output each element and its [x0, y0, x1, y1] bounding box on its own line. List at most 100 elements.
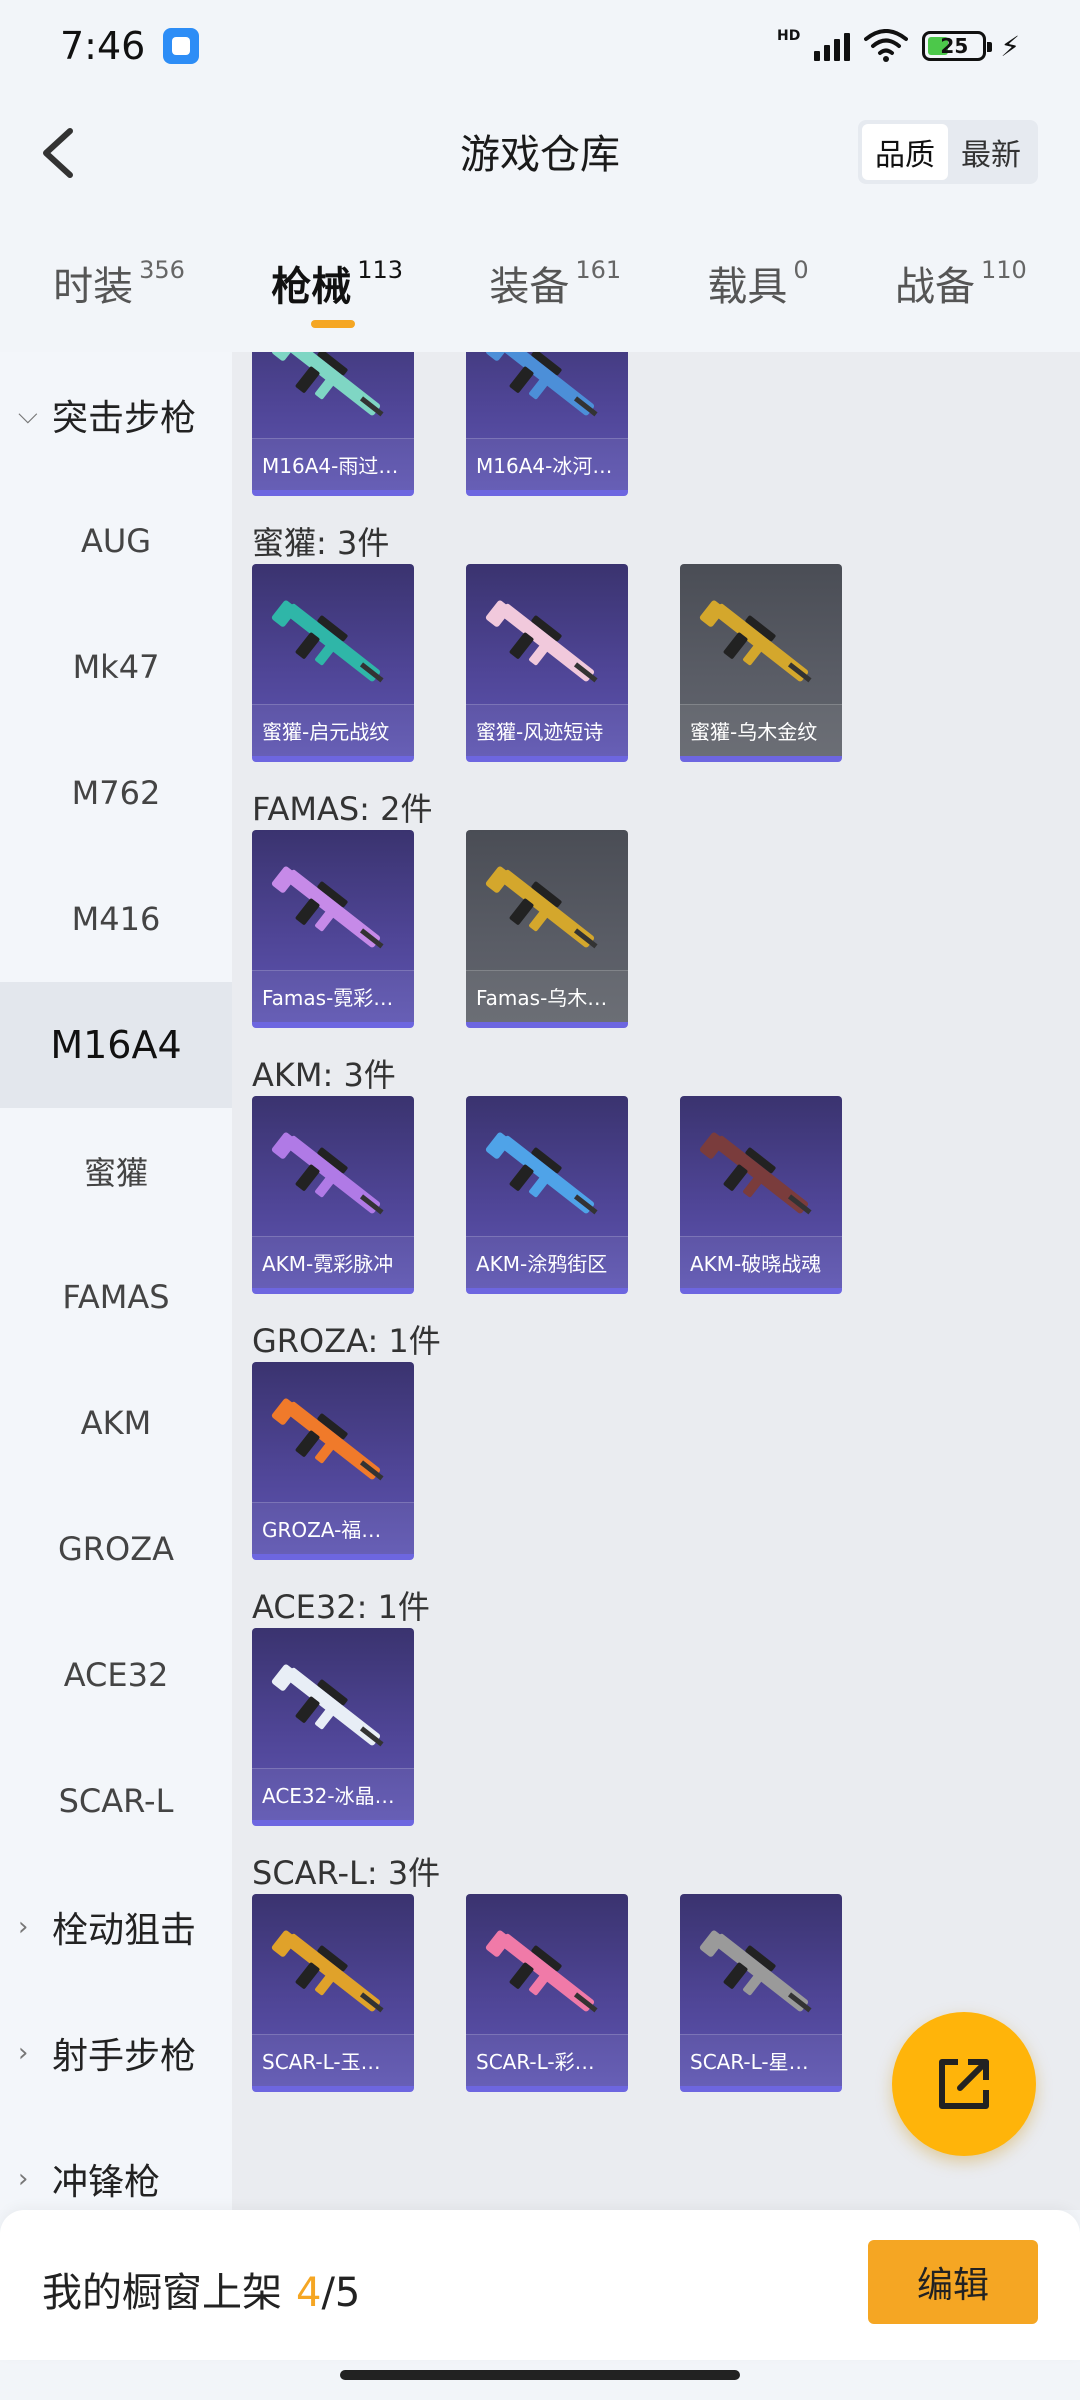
edit-button[interactable]: 编辑 [868, 2240, 1038, 2324]
sidebar-item-m16a4[interactable]: M16A4 [0, 982, 232, 1108]
sidebar-item-m762[interactable]: M762 [0, 730, 232, 856]
battery-icon: 25 [922, 31, 993, 61]
skin-name: GROZA-福… [252, 1502, 414, 1554]
sidebar-group-assault-rifles[interactable]: ⌵ 突击步枪 [0, 352, 232, 478]
skin-name: Famas-乌木… [466, 970, 628, 1022]
showcase-label: 我的橱窗上架 [42, 2270, 282, 2316]
rifle-icon [271, 1398, 384, 1481]
skin-card[interactable]: ACE32-冰晶… [252, 1628, 414, 1826]
rifle-icon [271, 600, 384, 683]
sidebar-item-aug[interactable]: AUG [0, 478, 232, 604]
home-indicator[interactable] [340, 2370, 740, 2380]
battery-level: 25 [940, 34, 969, 58]
showcase-current-count: 4 [296, 2270, 322, 2316]
sidebar-group-label: 射手步枪 [52, 2036, 197, 2077]
skin-name: SCAR-L-玉… [252, 2034, 414, 2086]
skin-grid: M16A4-雨过… M16A4-冰河… 蜜獾: 3件蜜獾-启元战纹 蜜獾-风迹短诗 蜜獾… [232, 352, 1080, 2210]
tab-outfits[interactable]: 时装 356 [53, 240, 185, 312]
sidebar-item-ace32[interactable]: ACE32 [0, 1612, 232, 1738]
skin-card[interactable]: AKM-涂鸦街区 [466, 1096, 628, 1294]
tab-label: 枪械 [271, 264, 352, 310]
skin-name: M16A4-冰河… [466, 438, 628, 490]
sort-option-quality[interactable]: 品质 [862, 124, 948, 180]
tab-equipment[interactable]: 装备 161 [489, 240, 621, 312]
skin-card[interactable]: 蜜獾-风迹短诗 [466, 564, 628, 762]
skin-card[interactable]: GROZA-福… [252, 1362, 414, 1560]
skin-card[interactable]: M16A4-冰河… [466, 352, 628, 496]
share-button[interactable] [892, 2012, 1036, 2156]
skin-card[interactable]: SCAR-L-星… [680, 1894, 842, 2092]
sidebar-item-scar-l[interactable]: SCAR-L [0, 1738, 232, 1864]
external-link-icon [939, 2059, 989, 2109]
rifle-icon [271, 1132, 384, 1215]
tab-label: 装备 [489, 264, 570, 310]
rifle-icon [699, 1930, 812, 2013]
weapon-type-sidebar: ⌵ 突击步枪 AUG Mk47 M762 M416 M16A4 蜜獾 FAMAS … [0, 352, 232, 2210]
chevron-right-icon: › [18, 2164, 29, 2194]
showcase-total: /5 [321, 2270, 361, 2316]
rifle-icon [271, 866, 384, 949]
skin-card[interactable]: AKM-霓彩脉冲 [252, 1096, 414, 1294]
tab-vehicles[interactable]: 载具 0 [707, 240, 808, 312]
skin-name: SCAR-L-彩… [466, 2034, 628, 2086]
notification-app-icon [163, 28, 200, 64]
skin-card[interactable]: Famas-霓彩… [252, 830, 414, 1028]
sidebar-item-groza[interactable]: GROZA [0, 1486, 232, 1612]
group-title: ACE32: 1件 [252, 1588, 430, 1626]
group-title: AKM: 3件 [252, 1056, 396, 1094]
status-time: 7:46 [60, 24, 146, 68]
sidebar-group-dmr[interactable]: › 射手步枪 [0, 1990, 232, 2116]
sidebar-item-honey-badger[interactable]: 蜜獾 [0, 1108, 232, 1234]
tab-count: 356 [139, 256, 185, 284]
tab-count: 110 [980, 256, 1027, 284]
skin-name: M16A4-雨过… [252, 438, 414, 490]
skin-card[interactable]: 蜜獾-乌木金纹 [680, 564, 842, 762]
charging-icon: ⚡ [1000, 29, 1020, 63]
rifle-icon [271, 1664, 384, 1747]
tab-firearms[interactable]: 枪械 113 [271, 240, 403, 328]
rifle-icon [485, 600, 598, 683]
showcase-status: 我的橱窗上架 4 /5 [42, 2260, 360, 2318]
signal-icon [814, 31, 851, 61]
sidebar-item-famas[interactable]: FAMAS [0, 1234, 232, 1360]
chevron-right-icon: › [18, 1912, 29, 1942]
sidebar-item-akm[interactable]: AKM [0, 1360, 232, 1486]
skin-name: 蜜獾-乌木金纹 [680, 704, 842, 756]
chevron-right-icon: › [18, 2038, 29, 2068]
status-right: HD 25 ⚡ [776, 28, 1020, 63]
skin-card[interactable]: M16A4-雨过… [252, 352, 414, 496]
skin-card[interactable]: 蜜獾-启元战纹 [252, 564, 414, 762]
header: 游戏仓库 品质 最新 [0, 92, 1080, 212]
sidebar-group-smg[interactable]: › 冲锋枪 [0, 2116, 232, 2210]
sort-option-newest[interactable]: 最新 [948, 124, 1034, 180]
skin-card[interactable]: Famas-乌木… [466, 830, 628, 1028]
tab-label: 战备 [894, 264, 975, 310]
sidebar-group-label: 冲锋枪 [52, 2162, 161, 2203]
sidebar-item-mk47[interactable]: Mk47 [0, 604, 232, 730]
skin-name: AKM-破晓战魂 [680, 1236, 842, 1288]
hd-label: HD [776, 28, 801, 44]
skin-name: 蜜獾-启元战纹 [252, 704, 414, 756]
group-title: 蜜獾: 3件 [252, 524, 390, 562]
skin-name: 蜜獾-风迹短诗 [466, 704, 628, 756]
tab-count: 161 [575, 256, 622, 284]
rifle-icon [699, 600, 812, 683]
skin-name: AKM-涂鸦街区 [466, 1236, 628, 1288]
sidebar-item-m416[interactable]: M416 [0, 856, 232, 982]
rifle-icon [271, 352, 384, 417]
rifle-icon [485, 1930, 598, 2013]
skin-card[interactable]: SCAR-L-彩… [466, 1894, 628, 2092]
rifle-icon [271, 1930, 384, 2013]
group-title: GROZA: 1件 [252, 1322, 441, 1360]
sidebar-group-bolt-action[interactable]: › 栓动狙击 [0, 1864, 232, 1990]
chevron-down-icon: ⌵ [18, 399, 38, 430]
skin-card[interactable]: SCAR-L-玉… [252, 1894, 414, 2092]
rifle-icon [699, 1132, 812, 1215]
group-title: SCAR-L: 3件 [252, 1854, 441, 1892]
tab-count: 0 [793, 256, 809, 284]
sidebar-group-label: 突击步枪 [52, 398, 197, 439]
tab-supplies[interactable]: 战备 110 [895, 240, 1027, 312]
skin-card[interactable]: AKM-破晓战魂 [680, 1096, 842, 1294]
skin-name: Famas-霓彩… [252, 970, 414, 1022]
rifle-icon [485, 1132, 598, 1215]
